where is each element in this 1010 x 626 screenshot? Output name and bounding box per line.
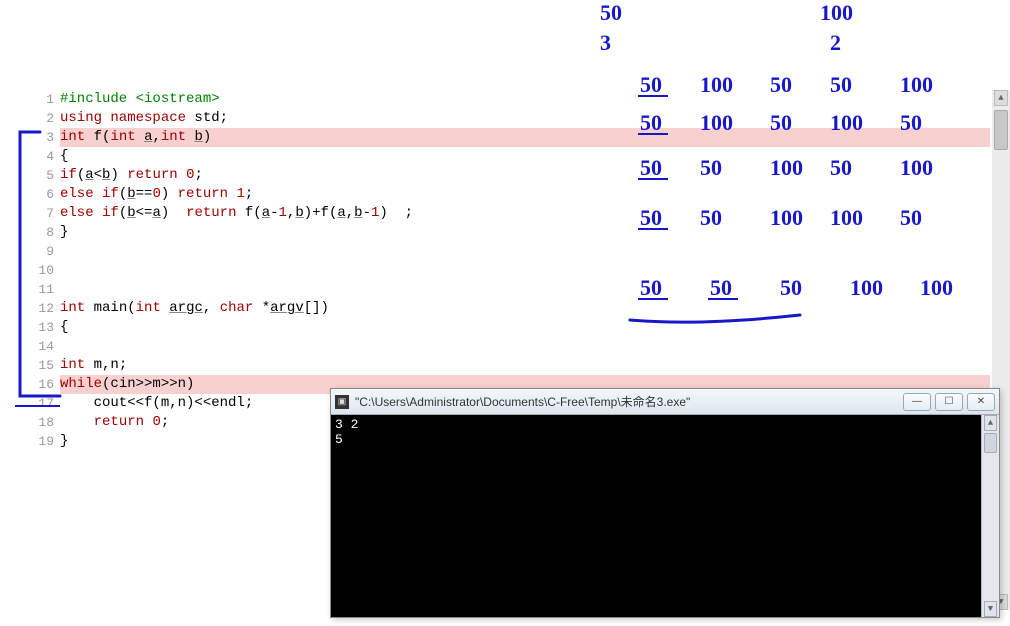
code-line[interactable]: 15int m,n;: [30, 356, 990, 375]
code-content[interactable]: [60, 242, 990, 261]
code-content[interactable]: {: [60, 147, 990, 166]
console-titlebar[interactable]: ▣ "C:\Users\Administrator\Documents\C-Fr…: [331, 389, 999, 415]
line-number: 18: [30, 413, 60, 432]
maximize-button[interactable]: ☐: [935, 393, 963, 411]
code-content[interactable]: }: [60, 223, 990, 242]
line-number: 17: [30, 394, 60, 413]
svg-text:50: 50: [600, 0, 622, 25]
code-line[interactable]: 4{: [30, 147, 990, 166]
svg-text:3: 3: [600, 30, 611, 55]
console-window: ▣ "C:\Users\Administrator\Documents\C-Fr…: [330, 388, 1000, 618]
code-line[interactable]: 8}: [30, 223, 990, 242]
line-number: 3: [30, 128, 60, 147]
svg-text:2: 2: [830, 30, 841, 55]
close-button[interactable]: ✕: [967, 393, 995, 411]
code-content[interactable]: [60, 337, 990, 356]
svg-text:100: 100: [820, 0, 853, 25]
line-number: 8: [30, 223, 60, 242]
console-output[interactable]: 3 2 5: [331, 415, 981, 617]
code-content[interactable]: if(a<b) return 0;: [60, 166, 990, 185]
line-number: 10: [30, 261, 60, 280]
line-number: 2: [30, 109, 60, 128]
code-line[interactable]: 3int f(int a,int b): [30, 128, 990, 147]
console-scroll-thumb[interactable]: [984, 433, 997, 453]
line-number: 7: [30, 204, 60, 223]
code-content[interactable]: #include <iostream>: [60, 90, 990, 109]
scroll-up-arrow[interactable]: ▲: [994, 90, 1008, 106]
console-icon: ▣: [335, 395, 349, 409]
line-number: 12: [30, 299, 60, 318]
code-line[interactable]: 12int main(int argc, char *argv[]): [30, 299, 990, 318]
console-scroll-down[interactable]: ▼: [984, 601, 997, 617]
line-number: 4: [30, 147, 60, 166]
code-line[interactable]: 14: [30, 337, 990, 356]
code-line[interactable]: 9: [30, 242, 990, 261]
line-number: 1: [30, 90, 60, 109]
code-line[interactable]: 7else if(b<=a) return f(a-1,b)+f(a,b-1) …: [30, 204, 990, 223]
line-number: 14: [30, 337, 60, 356]
console-scroll-up[interactable]: ▲: [984, 415, 997, 431]
line-number: 5: [30, 166, 60, 185]
line-number: 9: [30, 242, 60, 261]
code-line[interactable]: 13{: [30, 318, 990, 337]
code-content[interactable]: else if(b==0) return 1;: [60, 185, 990, 204]
code-content[interactable]: int m,n;: [60, 356, 990, 375]
code-content[interactable]: {: [60, 318, 990, 337]
code-line[interactable]: 5if(a<b) return 0;: [30, 166, 990, 185]
code-line[interactable]: 6else if(b==0) return 1;: [30, 185, 990, 204]
line-number: 13: [30, 318, 60, 337]
line-number: 6: [30, 185, 60, 204]
console-scrollbar[interactable]: ▲ ▼: [981, 415, 999, 617]
code-line[interactable]: 1#include <iostream>: [30, 90, 990, 109]
code-content[interactable]: [60, 261, 990, 280]
console-title: "C:\Users\Administrator\Documents\C-Free…: [355, 393, 903, 410]
code-content[interactable]: using namespace std;: [60, 109, 990, 128]
minimize-button[interactable]: —: [903, 393, 931, 411]
scroll-thumb[interactable]: [994, 110, 1008, 150]
code-line[interactable]: 10: [30, 261, 990, 280]
code-content[interactable]: int main(int argc, char *argv[]): [60, 299, 990, 318]
code-content[interactable]: else if(b<=a) return f(a-1,b)+f(a,b-1) ;: [60, 204, 990, 223]
line-number: 19: [30, 432, 60, 451]
line-number: 11: [30, 280, 60, 299]
code-content[interactable]: [60, 280, 990, 299]
line-number: 15: [30, 356, 60, 375]
code-content[interactable]: int f(int a,int b): [60, 128, 990, 147]
code-line[interactable]: 2using namespace std;: [30, 109, 990, 128]
code-line[interactable]: 11: [30, 280, 990, 299]
line-number: 16: [30, 375, 60, 394]
